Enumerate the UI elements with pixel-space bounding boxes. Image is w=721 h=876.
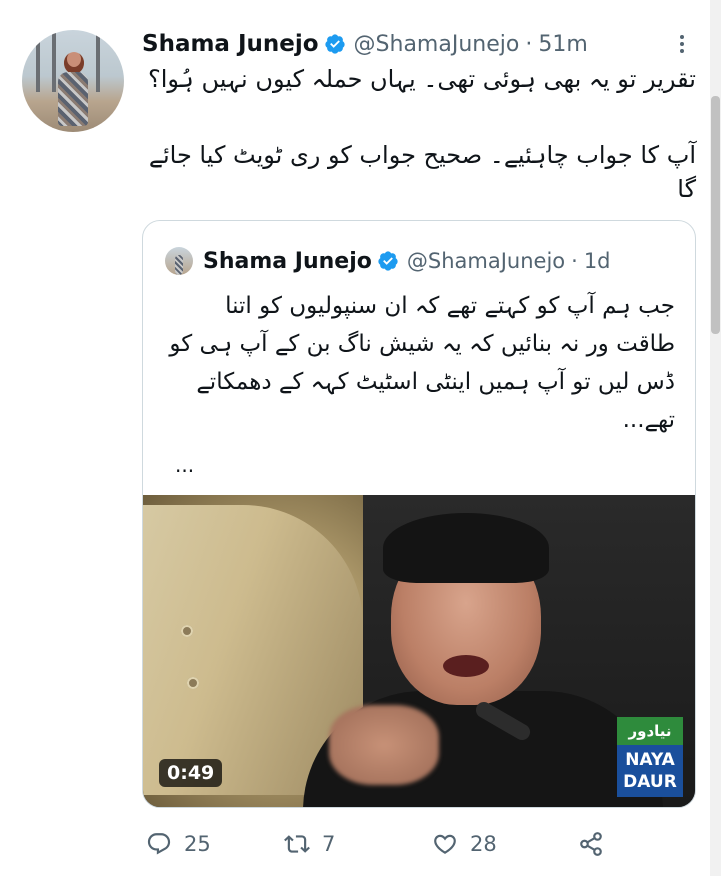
logo-line-2: DAUR xyxy=(623,772,677,792)
scrollbar-thumb[interactable] xyxy=(711,96,720,334)
author-avatar[interactable] xyxy=(22,30,124,132)
separator-dot: · xyxy=(525,31,533,57)
video-speaker-hair xyxy=(383,513,549,583)
retweet-count: 7 xyxy=(322,832,336,856)
video-robe-button xyxy=(181,625,193,637)
more-options-icon[interactable] xyxy=(670,32,694,56)
retweet-button[interactable]: 7 xyxy=(284,826,335,862)
naya-daur-logo: نیادور NAYA DAUR xyxy=(617,717,683,797)
reply-count: 25 xyxy=(184,832,211,856)
verified-badge-icon xyxy=(378,251,398,271)
quoted-author-avatar xyxy=(165,247,193,275)
tweet-header: Shama Junejo @ShamaJunejo · 51m xyxy=(142,28,680,60)
video-player[interactable]: 0:49 نیادور NAYA DAUR xyxy=(143,495,695,807)
share-button[interactable] xyxy=(578,826,616,862)
avatar-person-head xyxy=(64,52,84,74)
quoted-author-handle: @ShamaJunejo xyxy=(406,249,566,273)
like-count: 28 xyxy=(470,832,497,856)
video-speaker-hand xyxy=(329,705,439,785)
quoted-tweet-header: Shama Junejo @ShamaJunejo · 1d xyxy=(165,245,611,277)
background-pole xyxy=(96,30,100,92)
quoted-author-name: Shama Junejo xyxy=(203,248,372,274)
retweet-icon xyxy=(284,835,310,853)
video-speaker-mouth xyxy=(443,655,489,677)
tweet-timestamp[interactable]: 51m xyxy=(538,32,587,57)
quoted-tweet-more: ... xyxy=(175,453,195,477)
background-pole xyxy=(36,30,40,92)
logo-urdu-text: نیادور xyxy=(617,717,683,745)
separator-dot: · xyxy=(571,249,578,273)
quoted-tweet[interactable]: Shama Junejo @ShamaJunejo · 1d جب ہم آپ … xyxy=(142,220,696,808)
tweet-text-line-1: تقریر تو یہ بھی ہوئی تھی۔ یہاں حملہ کیوں… xyxy=(147,65,696,93)
tweet[interactable]: Shama Junejo @ShamaJunejo · 51m تقریر تو… xyxy=(0,0,710,876)
reply-icon xyxy=(147,833,171,855)
quoted-tweet-timestamp: 1d xyxy=(583,249,611,273)
quoted-tweet-text: جب ہم آپ کو کہتے تھے کہ ان سنپولیوں کو ا… xyxy=(169,293,675,433)
author-handle[interactable]: @ShamaJunejo xyxy=(354,32,520,57)
video-robe-button xyxy=(187,677,199,689)
share-icon xyxy=(580,832,602,856)
reply-button[interactable]: 25 xyxy=(146,826,211,862)
verified-badge-icon xyxy=(324,34,345,54)
background-pole xyxy=(52,30,56,92)
like-icon xyxy=(434,834,456,854)
video-duration: 0:49 xyxy=(159,759,223,787)
logo-english-text: NAYA DAUR xyxy=(617,745,683,797)
author-name[interactable]: Shama Junejo xyxy=(142,31,319,57)
like-button[interactable]: 28 xyxy=(432,826,497,862)
avatar-person-body xyxy=(58,72,88,126)
tweet-actions: 25 7 28 xyxy=(142,826,696,862)
logo-line-1: NAYA xyxy=(625,750,675,770)
tweet-text-line-2: آپ کا جواب چاہئیے۔ صحیح جواب کو ری ٹویٹ … xyxy=(148,141,696,203)
page-scrollbar[interactable] xyxy=(710,0,721,876)
